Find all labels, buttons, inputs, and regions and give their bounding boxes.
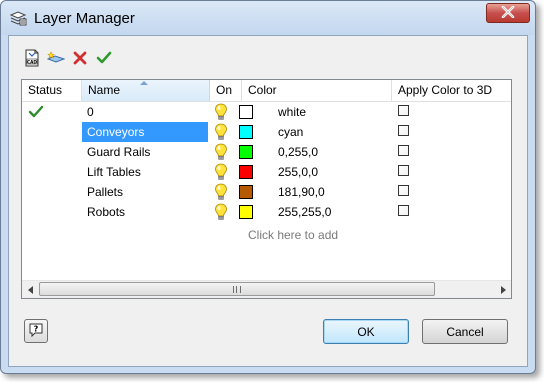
column-header-on[interactable]: On — [210, 80, 242, 101]
apply-color-3d-checkbox[interactable] — [398, 125, 409, 136]
layer-grid: Status Name On Color Apply Color to 3D 0… — [21, 79, 512, 299]
arrow-left-icon — [27, 283, 35, 297]
column-header-name[interactable]: Name — [82, 80, 210, 101]
horizontal-scrollbar[interactable] — [22, 280, 511, 298]
new-layer-button[interactable] — [46, 49, 66, 69]
import-cad-icon: CAD — [23, 49, 41, 70]
column-header-name-label: Name — [88, 83, 121, 97]
color-value: 0,255,0 — [278, 145, 319, 159]
lightbulb-icon[interactable] — [214, 123, 228, 141]
apply-color-3d-checkbox[interactable] — [398, 105, 409, 116]
column-header-status[interactable]: Status — [22, 80, 82, 101]
color-swatch[interactable] — [239, 125, 253, 139]
scroll-left-button[interactable] — [22, 281, 39, 298]
lightbulb-icon[interactable] — [214, 163, 228, 181]
help-button[interactable]: ? — [24, 319, 48, 343]
title-bar[interactable]: Layer Manager — [1, 1, 535, 35]
apply-color-3d-checkbox[interactable] — [398, 185, 409, 196]
lightbulb-icon[interactable] — [214, 183, 228, 201]
column-header-color[interactable]: Color — [242, 80, 392, 101]
color-value: 255,255,0 — [278, 205, 332, 219]
layer-name[interactable]: 0 — [82, 102, 208, 122]
apply-color-3d-checkbox[interactable] — [398, 145, 409, 156]
layer-row[interactable]: Lift Tables 255,0,0 — [22, 162, 511, 182]
layer-row[interactable]: 0 white — [22, 102, 511, 122]
grip-icon — [233, 285, 241, 293]
layer-manager-icon — [9, 9, 27, 27]
layer-row[interactable]: Conveyors cyan — [22, 122, 511, 142]
layer-name[interactable]: Lift Tables — [82, 162, 208, 182]
sort-ascending-icon — [140, 81, 148, 85]
current-layer-check-icon — [28, 102, 44, 122]
layer-name[interactable]: Pallets — [82, 182, 208, 202]
checkmark-icon — [96, 50, 112, 69]
color-swatch[interactable] — [239, 205, 253, 219]
layer-manager-window: Layer Manager CAD Status Name On Color A… — [0, 0, 536, 374]
color-swatch[interactable] — [239, 165, 253, 179]
layer-row[interactable]: Guard Rails 0,255,0 — [22, 142, 511, 162]
apply-color-3d-checkbox[interactable] — [398, 165, 409, 176]
layer-name[interactable]: Conveyors — [82, 122, 208, 142]
new-layer-icon — [46, 49, 66, 70]
help-icon: ? — [28, 322, 44, 341]
add-row-hint[interactable]: Click here to add — [248, 228, 338, 242]
grid-header: Status Name On Color Apply Color to 3D — [22, 80, 511, 102]
color-value: 255,0,0 — [278, 165, 319, 179]
close-icon — [501, 5, 515, 21]
scrollbar-thumb[interactable] — [39, 282, 435, 296]
layer-row[interactable]: Pallets 181,90,0 — [22, 182, 511, 202]
toolbar: CAD — [22, 49, 114, 69]
column-header-apply-color-3d[interactable]: Apply Color to 3D — [392, 80, 511, 101]
lightbulb-icon[interactable] — [214, 103, 228, 121]
svg-text:?: ? — [34, 324, 39, 333]
import-cad-button[interactable]: CAD — [22, 49, 42, 69]
svg-text:CAD: CAD — [27, 59, 37, 64]
apply-color-3d-checkbox[interactable] — [398, 205, 409, 216]
delete-layer-button[interactable] — [70, 49, 90, 69]
layer-name[interactable]: Robots — [82, 202, 208, 222]
set-current-button[interactable] — [94, 49, 114, 69]
color-swatch[interactable] — [239, 145, 253, 159]
layer-row[interactable]: Robots 255,255,0 — [22, 202, 511, 222]
ok-button[interactable]: OK — [323, 319, 409, 344]
color-value: white — [278, 105, 307, 119]
color-swatch[interactable] — [239, 185, 253, 199]
color-swatch[interactable] — [239, 105, 253, 119]
lightbulb-icon[interactable] — [214, 203, 228, 221]
color-value: 181,90,0 — [278, 185, 325, 199]
dialog-body: CAD Status Name On Color Apply Color to … — [8, 35, 528, 367]
cancel-button[interactable]: Cancel — [422, 319, 508, 344]
lightbulb-icon[interactable] — [214, 143, 228, 161]
arrow-right-icon — [499, 283, 507, 297]
window-title: Layer Manager — [34, 10, 135, 27]
layer-name[interactable]: Guard Rails — [82, 142, 208, 162]
delete-icon — [72, 50, 88, 69]
close-button[interactable] — [486, 3, 530, 23]
scroll-right-button[interactable] — [494, 281, 511, 298]
color-value: cyan — [278, 125, 304, 139]
